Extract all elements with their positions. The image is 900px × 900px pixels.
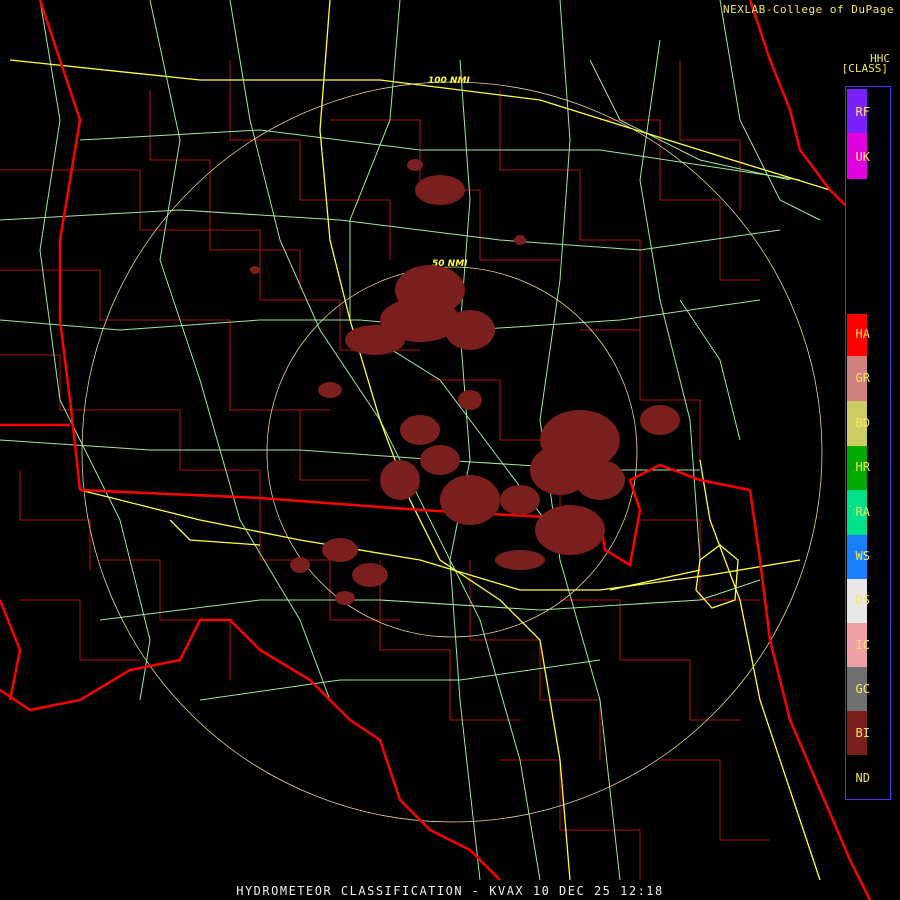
legend-label-bi: BI (855, 726, 870, 740)
legend-label-bd: BD (855, 416, 870, 430)
product-title: HYDROMETEOR CLASSIFICATION - KVAX 10 DEC… (236, 884, 664, 898)
class-header-label: [CLASS] (841, 62, 888, 75)
legend-label-hr: HR (855, 460, 870, 474)
credit-label: NEXLAB-College of DuPage (723, 3, 894, 16)
legend-label-gc: GC (855, 682, 870, 696)
legend-label-ic: IC (855, 638, 870, 652)
legend-label-rf: RF (855, 105, 870, 119)
legend-label-nd: ND (855, 771, 870, 785)
legend-label-uk: UK (855, 150, 870, 164)
legend-label-ha: HA (855, 327, 870, 341)
radar-map: 100 NMI 50 NMI (0, 0, 900, 900)
legend-label-gr: GR (855, 371, 870, 385)
range-ring-100-label: 100 NMI (428, 76, 470, 86)
legend-label-ws: WS (855, 549, 870, 563)
legend-label-ds: DS (855, 593, 870, 607)
legend-label-ra: RA (855, 505, 870, 519)
